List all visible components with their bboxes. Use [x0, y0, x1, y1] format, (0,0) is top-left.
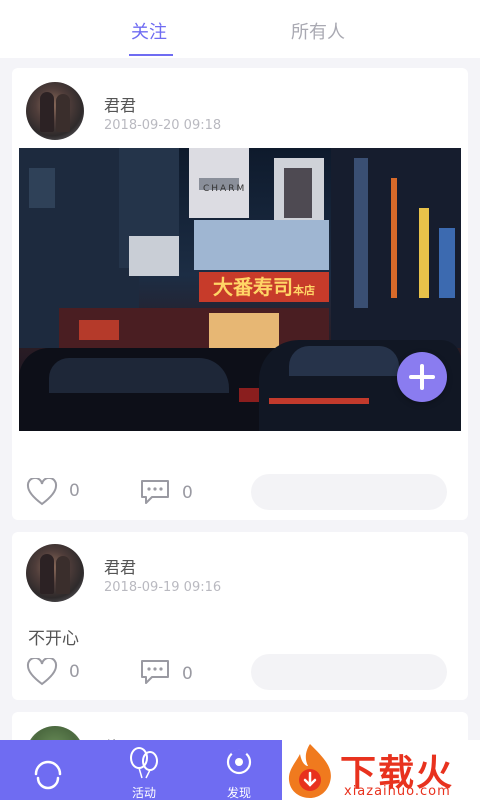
post-text: 不开心	[28, 629, 79, 649]
post-timestamp: 2018-09-19 09:16	[104, 580, 222, 595]
nav-activity-label: 活动	[131, 786, 156, 800]
active-tab-indicator	[129, 54, 173, 56]
nav-discover-label: 发现	[226, 786, 251, 800]
plus-icon	[409, 364, 435, 390]
post-username[interactable]: 君君	[104, 554, 136, 578]
tab-follow[interactable]: 关注	[131, 18, 167, 44]
bottom-nav: 活动 发现 下载火 xiazaihuo.com	[0, 740, 480, 800]
comment-input[interactable]	[251, 654, 447, 690]
like-count: 0	[69, 481, 80, 501]
like-count: 0	[69, 662, 80, 682]
avatar[interactable]	[26, 82, 84, 140]
nav-activity[interactable]: 活动	[104, 740, 184, 800]
home-icon	[34, 760, 62, 790]
nav-home[interactable]	[8, 740, 88, 800]
charm-sign: CHARM	[203, 184, 247, 194]
flame-download-icon	[288, 744, 331, 798]
nav-discover[interactable]: 发现	[199, 740, 279, 800]
shop-sign: 大番寿司本店	[199, 272, 329, 302]
watermark-domain: xiazaihuo.com	[344, 784, 451, 799]
top-tab-bar: 关注 所有人	[0, 0, 480, 58]
comment-icon[interactable]	[140, 659, 170, 685]
tab-all[interactable]: 所有人	[291, 18, 345, 44]
avatar[interactable]	[26, 544, 84, 602]
shop-sign-subtext: 本店	[293, 284, 315, 297]
post-card: 君君 2018-09-19 09:16 不开心 0 0	[12, 532, 468, 700]
add-post-button[interactable]	[397, 352, 447, 402]
comment-count: 0	[182, 483, 193, 503]
balloons-icon	[130, 747, 158, 779]
comment-count: 0	[182, 664, 193, 684]
post-timestamp: 2018-09-20 09:18	[104, 118, 222, 133]
comment-icon[interactable]	[140, 479, 170, 505]
comment-input[interactable]	[251, 474, 447, 510]
discover-icon	[226, 749, 252, 775]
heart-icon[interactable]	[26, 478, 58, 506]
post-card: 君君 2018-09-20 09:18 大番寿司本店 CHARM 0 0	[12, 68, 468, 520]
post-username[interactable]: 君君	[104, 92, 136, 116]
watermark: 下载火 xiazaihuo.com	[282, 740, 480, 800]
shop-sign-text: 大番寿司	[213, 275, 293, 299]
heart-icon[interactable]	[26, 658, 58, 686]
post-image[interactable]: 大番寿司本店 CHARM	[19, 148, 461, 431]
